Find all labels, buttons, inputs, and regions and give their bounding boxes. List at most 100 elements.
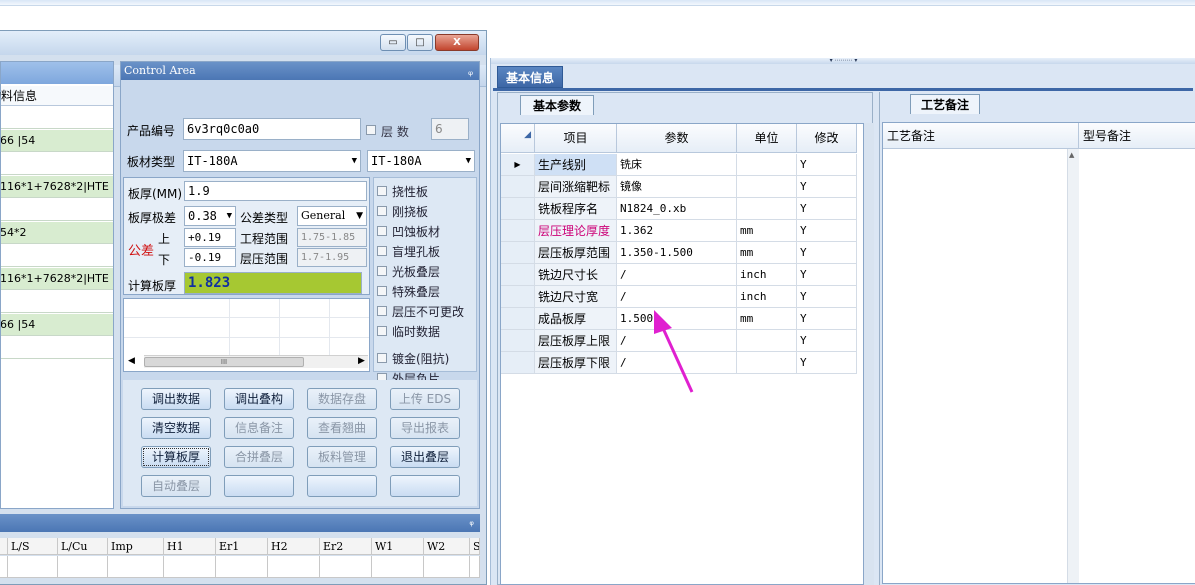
board-type-select[interactable]: IT-180A ▼: [183, 150, 361, 172]
grid-cell[interactable]: [320, 556, 372, 578]
action-button[interactable]: 计算板厚: [141, 446, 211, 468]
window-close-button[interactable]: X: [435, 34, 479, 51]
tab-basic-info[interactable]: 基本信息: [497, 66, 563, 88]
cell-item[interactable]: 铣边尺寸长: [535, 264, 617, 286]
cell-item[interactable]: 铣边尺寸宽: [535, 286, 617, 308]
cell-modify[interactable]: Y: [797, 154, 857, 176]
material-row[interactable]: 54*2: [1, 222, 113, 244]
current-row-indicator[interactable]: ▶: [501, 154, 535, 176]
material-row[interactable]: [1, 337, 113, 359]
option-checkbox[interactable]: [377, 186, 387, 196]
grid-column-header[interactable]: Imp: [108, 538, 164, 555]
action-button[interactable]: 导出报表: [390, 417, 460, 439]
horizontal-scrollbar[interactable]: ◀ III ▶: [128, 355, 368, 368]
cell-item[interactable]: 层压板厚下限: [535, 352, 617, 374]
process-notes-body[interactable]: [883, 149, 1079, 583]
column-header[interactable]: 项目: [535, 124, 617, 153]
row-header[interactable]: [501, 330, 535, 352]
material-row[interactable]: [1, 245, 113, 267]
option-checkbox[interactable]: [377, 326, 387, 336]
material-row[interactable]: [1, 107, 113, 129]
grid-cell[interactable]: [0, 556, 8, 578]
row-header[interactable]: [501, 198, 535, 220]
cell-modify[interactable]: Y: [797, 286, 857, 308]
material-row[interactable]: 116*1+7628*2|HTE: [1, 176, 113, 198]
upper-tol-input[interactable]: +0.19: [184, 228, 236, 247]
grid-column-header[interactable]: H1: [164, 538, 216, 555]
action-button[interactable]: 清空数据: [141, 417, 211, 439]
grid-cell[interactable]: [58, 556, 108, 578]
grid-cell[interactable]: [108, 556, 164, 578]
grid-column-header[interactable]: [0, 538, 8, 555]
cell-value[interactable]: 1.362: [617, 220, 737, 242]
action-button[interactable]: 数据存盘: [307, 388, 377, 410]
layers-input[interactable]: 6: [431, 118, 469, 140]
cell-modify[interactable]: Y: [797, 198, 857, 220]
tab-basic-params[interactable]: 基本参数: [520, 95, 594, 115]
lower-tol-input[interactable]: -0.19: [184, 248, 236, 267]
cell-item[interactable]: 层间涨缩靶标: [535, 176, 617, 198]
grid-column-header[interactable]: Er2: [320, 538, 372, 555]
cell-unit[interactable]: [737, 154, 797, 176]
scroll-thumb[interactable]: III: [144, 357, 304, 367]
cell-item[interactable]: 层压理论厚度: [535, 220, 617, 242]
row-header[interactable]: [501, 264, 535, 286]
cell-modify[interactable]: Y: [797, 330, 857, 352]
option-checkbox[interactable]: [377, 286, 387, 296]
action-button[interactable]: 信息备注: [224, 417, 294, 439]
tab-process-notes[interactable]: 工艺备注: [910, 94, 980, 114]
grid-cell[interactable]: [372, 556, 424, 578]
grid-column-header[interactable]: S1: [470, 538, 480, 555]
action-button[interactable]: 查看翘曲: [307, 417, 377, 439]
cell-modify[interactable]: Y: [797, 352, 857, 374]
action-button[interactable]: 调出叠构: [224, 388, 294, 410]
grid-cell[interactable]: [8, 556, 58, 578]
grid-column-header[interactable]: W2: [424, 538, 470, 555]
action-button[interactable]: 自动叠层: [141, 475, 211, 497]
row-header[interactable]: [501, 242, 535, 264]
material-row[interactable]: 66 |54: [1, 314, 113, 336]
option-checkbox[interactable]: [377, 306, 387, 316]
grid-column-header[interactable]: L/Cu: [58, 538, 108, 555]
row-header[interactable]: [501, 286, 535, 308]
action-button[interactable]: [307, 475, 377, 497]
cell-unit[interactable]: mm: [737, 308, 797, 330]
material-row[interactable]: [1, 153, 113, 175]
option-checkbox[interactable]: [377, 206, 387, 216]
grid-cell[interactable]: [268, 556, 320, 578]
action-button[interactable]: [390, 475, 460, 497]
grid-cell[interactable]: [424, 556, 470, 578]
material-row[interactable]: [1, 199, 113, 221]
splitter-handle[interactable]: ▾ ⋯⋯⋯ ▾: [491, 58, 1195, 64]
column-header[interactable]: 单位: [737, 124, 797, 153]
board-type-select-2[interactable]: IT-180A ▼: [367, 150, 475, 172]
cell-modify[interactable]: Y: [797, 176, 857, 198]
row-header[interactable]: [501, 220, 535, 242]
action-button[interactable]: [224, 475, 294, 497]
material-row[interactable]: [1, 291, 113, 313]
pin-icon[interactable]: ᵩ: [468, 63, 473, 81]
press-range-input[interactable]: 1.7-1.95: [297, 248, 367, 267]
cell-value[interactable]: 镜像: [617, 176, 737, 198]
material-row[interactable]: 66 |54: [1, 130, 113, 152]
action-button[interactable]: 调出数据: [141, 388, 211, 410]
cell-unit[interactable]: inch: [737, 286, 797, 308]
cell-unit[interactable]: [737, 176, 797, 198]
product-no-input[interactable]: 6v3rq0c0a0: [183, 118, 361, 140]
eng-range-input[interactable]: 1.75-1.85: [297, 228, 367, 247]
grid-column-header[interactable]: L/S: [8, 538, 58, 555]
cell-item[interactable]: 铣板程序名: [535, 198, 617, 220]
scroll-left-icon[interactable]: ◀: [128, 356, 135, 366]
grid-cell[interactable]: [216, 556, 268, 578]
row-header[interactable]: [501, 176, 535, 198]
row-header[interactable]: [501, 352, 535, 374]
action-button[interactable]: 上传 EDS: [390, 388, 460, 410]
cell-item[interactable]: 层压板厚范围: [535, 242, 617, 264]
cell-unit[interactable]: [737, 352, 797, 374]
cell-modify[interactable]: Y: [797, 264, 857, 286]
cell-value[interactable]: 铣床: [617, 154, 737, 176]
notes-scrollbar[interactable]: ▲: [1067, 149, 1079, 583]
cell-modify[interactable]: Y: [797, 308, 857, 330]
cell-item[interactable]: 层压板厚上限: [535, 330, 617, 352]
option-checkbox[interactable]: [377, 266, 387, 276]
